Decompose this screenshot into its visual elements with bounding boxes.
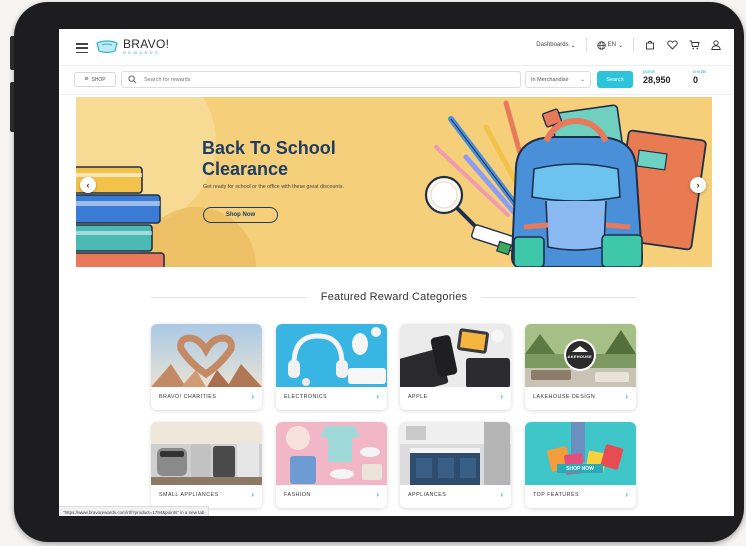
language-dropdown[interactable]: EN ⌄ — [596, 40, 623, 50]
banner-title-line: Clearance — [202, 159, 289, 179]
featured-heading: Featured Reward Categories — [320, 291, 468, 303]
chevron-right-icon: › — [500, 392, 503, 401]
category-card-fashion[interactable]: FASHION › — [276, 422, 387, 508]
globe-icon — [596, 40, 606, 50]
search-row: ≡ SHOP In Merchandise ⌄ Search points 28… — [59, 65, 734, 95]
banner-next-arrow[interactable]: › — [690, 177, 706, 193]
category-card-label: LAKEHOUSE DESIGN — [533, 394, 596, 400]
top-navigation-bar: BRAVO! REWARDS Dashboards ⌄ EN ⌄ — [59, 29, 734, 65]
search-box — [121, 71, 521, 88]
search-icon — [128, 75, 137, 84]
banner-title: Back To School Clearance — [202, 138, 336, 180]
logo-subtext: REWARDS — [123, 50, 161, 55]
banner-title-line: Back To School — [202, 138, 336, 158]
fashion-image — [276, 422, 387, 485]
chevron-down-icon: ⌄ — [570, 42, 576, 49]
category-card-apple[interactable]: APPLE › — [400, 324, 511, 410]
points-balance: points 28,950 — [643, 69, 671, 85]
category-card-label: SMALL APPLIANCES — [159, 492, 219, 498]
shopping-bags-image — [525, 422, 636, 485]
wishlist-heart-icon[interactable] — [666, 39, 678, 51]
category-select[interactable]: In Merchandise ⌄ — [525, 71, 591, 88]
credits-label: credits — [693, 69, 707, 74]
divider — [481, 296, 638, 298]
chevron-right-icon: › — [376, 490, 379, 499]
credits-value: 0 — [693, 74, 699, 85]
chevron-right-icon: › — [251, 392, 254, 401]
kitchen-appliances-image — [400, 422, 511, 485]
category-card-appliances[interactable]: APPLIANCES › — [400, 422, 511, 508]
bravo-logo-icon — [96, 39, 118, 53]
school-supplies-illustration — [424, 100, 707, 267]
user-account-icon[interactable] — [710, 39, 722, 51]
language-label: EN — [607, 42, 616, 48]
points-value: 28,950 — [643, 74, 671, 85]
category-card-label: BRAVO! CHARITIES — [159, 394, 217, 400]
divider — [585, 38, 587, 52]
chevron-right-icon: › — [376, 392, 379, 401]
dashboards-label: Dashboards — [536, 42, 569, 48]
featured-section-header: Featured Reward Categories — [151, 291, 638, 303]
chevron-right-icon: › — [500, 490, 503, 499]
chevron-right-icon: › — [251, 490, 254, 499]
browser-status-url: "https://www.bravorewards.com/rtl/?produ… — [59, 506, 210, 516]
search-button[interactable]: Search — [597, 71, 633, 88]
shop-now-badge: SHOP NOW — [557, 464, 603, 473]
chevron-right-icon: › — [625, 490, 628, 499]
shop-now-button[interactable]: Shop Now — [203, 207, 278, 223]
hero-banner[interactable]: Back To School Clearance Get ready for s… — [76, 97, 712, 267]
category-card-label: ELECTRONICS — [284, 394, 328, 400]
category-card-bravo-charities[interactable]: BRAVO! CHARITIES › — [151, 324, 262, 410]
tablet-frame: BRAVO! REWARDS Dashboards ⌄ EN ⌄ ≡ SHOP … — [10, 2, 744, 542]
chevron-down-icon: ⌄ — [617, 42, 623, 49]
apple-devices-image — [400, 324, 511, 387]
dashboards-dropdown[interactable]: Dashboards ⌄ — [536, 42, 575, 49]
chevron-down-icon: ⌄ — [580, 76, 585, 83]
top-right-actions: Dashboards ⌄ EN ⌄ — [536, 38, 722, 52]
category-card-label: TOP FEATURES — [533, 492, 580, 498]
logo-wordmark: BRAVO! — [123, 37, 170, 51]
browser-viewport: BRAVO! REWARDS Dashboards ⌄ EN ⌄ ≡ SHOP … — [59, 29, 734, 516]
category-card-label: APPLE — [408, 394, 428, 400]
divider — [151, 296, 307, 298]
category-card-label: APPLIANCES — [408, 492, 447, 498]
bravo-logo[interactable]: BRAVO! REWARDS — [95, 38, 169, 55]
electronics-image — [276, 324, 387, 387]
category-card-small-appliances[interactable]: SMALL APPLIANCES › — [151, 422, 262, 508]
credits-balance: credits 0 — [693, 69, 707, 85]
shop-label: SHOP — [91, 76, 106, 83]
category-card-electronics[interactable]: ELECTRONICS › — [276, 324, 387, 410]
divider — [633, 38, 634, 52]
cart-icon[interactable] — [688, 39, 700, 51]
chevron-right-icon: › — [625, 392, 628, 401]
orders-bag-icon[interactable] — [644, 39, 656, 51]
shop-menu-button[interactable]: ≡ SHOP — [74, 72, 116, 87]
category-card-label: FASHION — [284, 492, 311, 498]
search-input[interactable] — [142, 75, 506, 84]
charity-hands-image — [151, 324, 262, 387]
banner-subtitle: Get ready for school or the office with … — [203, 184, 344, 190]
category-card-lakehouse-design[interactable]: LAKEHOUSE LAKEHOUSE DESIGN › — [525, 324, 636, 410]
menu-icon: ≡ — [84, 76, 89, 83]
category-select-value: In Merchandise — [531, 76, 569, 83]
lakehouse-sign-text: LAKEHOUSE — [565, 354, 592, 359]
category-card-top-features[interactable]: SHOP NOW TOP FEATURES › — [525, 422, 636, 508]
banner-prev-arrow[interactable]: ‹ — [80, 177, 96, 193]
points-label: points — [643, 69, 656, 74]
small-appliances-image — [151, 422, 262, 485]
hamburger-menu-icon[interactable] — [76, 43, 88, 53]
